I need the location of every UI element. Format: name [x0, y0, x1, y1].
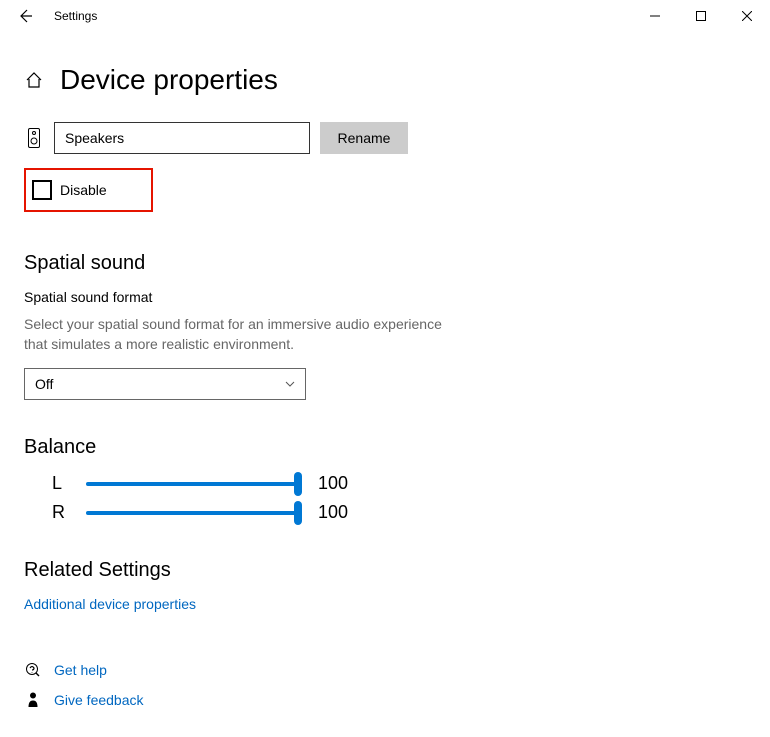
get-help-link[interactable]: Get help — [54, 662, 107, 678]
page-header: Device properties — [24, 64, 746, 96]
page-title: Device properties — [60, 64, 278, 96]
spatial-format-select[interactable]: Off — [24, 368, 306, 400]
close-icon — [742, 11, 752, 21]
rename-button[interactable]: Rename — [320, 122, 408, 154]
slider-thumb[interactable] — [294, 501, 302, 525]
balance-left-value: 100 — [318, 473, 348, 494]
close-button[interactable] — [724, 1, 770, 31]
balance-right-label: R — [52, 502, 78, 523]
window-controls — [632, 1, 770, 31]
balance-left-slider[interactable] — [86, 482, 298, 486]
maximize-button[interactable] — [678, 1, 724, 31]
footer-links: Get help Give feedback — [24, 662, 746, 708]
disable-checkbox[interactable] — [32, 180, 52, 200]
spatial-sound-heading: Spatial sound — [24, 252, 746, 275]
back-button[interactable] — [10, 1, 40, 31]
device-name-row: Rename — [24, 122, 746, 154]
balance-right-slider[interactable] — [86, 511, 298, 515]
disable-label: Disable — [60, 182, 107, 198]
slider-thumb[interactable] — [294, 472, 302, 496]
home-icon — [24, 70, 44, 90]
feedback-icon — [24, 692, 42, 708]
balance-section: Balance L 100 R 100 — [24, 436, 746, 523]
spatial-help-text: Select your spatial sound format for an … — [24, 315, 444, 354]
titlebar: Settings — [0, 0, 770, 32]
minimize-icon — [650, 11, 660, 21]
window-title: Settings — [54, 9, 97, 23]
related-settings-heading: Related Settings — [24, 559, 746, 582]
help-icon — [24, 662, 42, 678]
additional-device-properties-link[interactable]: Additional device properties — [24, 596, 746, 612]
balance-left-label: L — [52, 473, 78, 494]
home-button[interactable] — [24, 70, 44, 90]
give-feedback-link[interactable]: Give feedback — [54, 692, 144, 708]
balance-right-value: 100 — [318, 502, 348, 523]
spatial-format-value: Off — [35, 376, 53, 392]
content-area: Device properties Rename Disable Spatial… — [0, 32, 770, 737]
give-feedback-row[interactable]: Give feedback — [24, 692, 746, 708]
speaker-icon — [24, 128, 44, 148]
disable-checkbox-row[interactable]: Disable — [24, 168, 153, 212]
spatial-format-label: Spatial sound format — [24, 289, 746, 305]
balance-heading: Balance — [24, 436, 746, 459]
chevron-down-icon — [285, 379, 295, 389]
arrow-left-icon — [17, 8, 33, 24]
balance-left-row: L 100 — [24, 473, 746, 494]
device-name-input[interactable] — [54, 122, 310, 154]
maximize-icon — [696, 11, 706, 21]
balance-right-row: R 100 — [24, 502, 746, 523]
get-help-row[interactable]: Get help — [24, 662, 746, 678]
minimize-button[interactable] — [632, 1, 678, 31]
